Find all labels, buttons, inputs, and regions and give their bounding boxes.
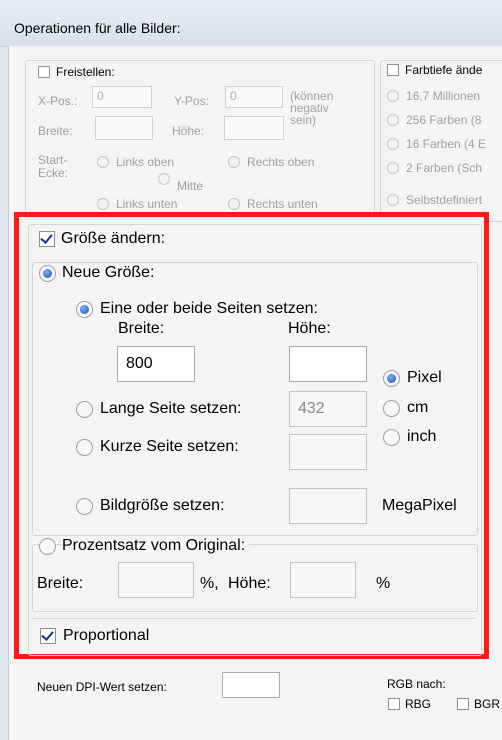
farbtiefe-label: Farbtiefe ände bbox=[405, 63, 483, 77]
groesse-aendern-label: Größe ändern: bbox=[61, 230, 166, 247]
ypos-label: Y-Pos: bbox=[174, 94, 209, 108]
radio-16[interactable] bbox=[387, 138, 399, 150]
radio-2[interactable] bbox=[387, 162, 399, 174]
kurze-seite-input[interactable] bbox=[289, 434, 367, 470]
radio-links-oben[interactable] bbox=[97, 156, 109, 168]
freistellen-checkbox[interactable] bbox=[38, 66, 50, 78]
bildgroesse-input[interactable] bbox=[289, 488, 367, 524]
radio-prozentsatz[interactable] bbox=[39, 538, 56, 555]
freistellen-hoehe-label: Höhe: bbox=[172, 124, 205, 138]
rbg-checkbox[interactable] bbox=[388, 698, 400, 710]
radio-256[interactable] bbox=[387, 114, 399, 126]
lange-seite-label: Lange Seite setzen: bbox=[100, 400, 242, 417]
lange-seite-input[interactable]: 432 bbox=[289, 391, 367, 427]
radio-inch[interactable] bbox=[383, 429, 400, 446]
farbtiefe-16m-label: 16,7 Millionen bbox=[406, 89, 481, 103]
farbtiefe-selbst-label: Selbstdefiniert bbox=[406, 193, 483, 207]
eine-oder-beide-label: Eine oder beide Seiten setzen: bbox=[100, 300, 318, 317]
dpi-input[interactable] bbox=[222, 672, 280, 698]
farbtiefe-256-label: 256 Farben (8 bbox=[406, 113, 482, 127]
links-unten-label: Links unten bbox=[116, 197, 178, 211]
farbtiefe-16-label: 16 Farben (4 E bbox=[406, 137, 487, 151]
hoehe-label: Höhe: bbox=[288, 320, 331, 337]
freistellen-label: Freistellen: bbox=[56, 65, 115, 79]
negative-note: (können negativ sein) bbox=[290, 89, 334, 127]
farbtiefe-2-label: 2 Farben (Sch bbox=[406, 161, 483, 175]
freistellen-group bbox=[25, 60, 375, 222]
groesse-aendern-checkbox[interactable] bbox=[39, 231, 55, 247]
pct-unit-breite: %, bbox=[200, 575, 219, 592]
radio-bildgroesse[interactable] bbox=[76, 498, 93, 515]
pct-breite-label: Breite: bbox=[37, 575, 84, 592]
radio-rechts-unten[interactable] bbox=[228, 198, 240, 210]
pct-hoehe-label: Höhe: bbox=[228, 575, 271, 592]
page-title: Operationen für alle Bilder: bbox=[14, 20, 181, 36]
pct-breite-input[interactable] bbox=[118, 562, 194, 598]
xpos-label: X-Pos.: bbox=[38, 94, 78, 108]
rechts-oben-label: Rechts oben bbox=[247, 155, 315, 169]
bgr-label: BGR bbox=[474, 697, 501, 711]
radio-rechts-oben[interactable] bbox=[228, 156, 240, 168]
cm-label: cm bbox=[407, 399, 429, 416]
proportional-label: Proportional bbox=[63, 627, 150, 644]
megapixel-label: MegaPixel bbox=[382, 497, 457, 514]
dpi-label: Neuen DPI-Wert setzen: bbox=[37, 680, 167, 694]
dialog: Operationen für alle Bilder: Freistellen… bbox=[0, 0, 502, 740]
breite-label: Breite: bbox=[118, 320, 165, 337]
farbtiefe-checkbox[interactable] bbox=[387, 64, 399, 76]
radio-neue-groesse[interactable] bbox=[39, 265, 56, 282]
inch-label: inch bbox=[407, 428, 437, 445]
title-bar: Operationen für alle Bilder: bbox=[0, 0, 502, 47]
radio-kurze-seite[interactable] bbox=[76, 439, 93, 456]
pct-unit-hoehe: % bbox=[376, 575, 391, 592]
radio-cm[interactable] bbox=[383, 400, 400, 417]
kurze-seite-label: Kurze Seite setzen: bbox=[100, 438, 239, 455]
radio-pixel[interactable] bbox=[383, 370, 400, 387]
bildgroesse-label: Bildgröße setzen: bbox=[100, 497, 225, 514]
radio-selbst[interactable] bbox=[387, 194, 399, 206]
neue-groesse-label: Neue Größe: bbox=[62, 264, 155, 281]
rbg-label: RBG bbox=[405, 697, 432, 711]
ypos-input[interactable]: 0 bbox=[225, 86, 283, 108]
prozentsatz-label: Prozentsatz vom Original: bbox=[62, 537, 250, 555]
hoehe-input[interactable] bbox=[289, 346, 367, 382]
mitte-label: Mitte bbox=[177, 179, 204, 193]
radio-16m[interactable] bbox=[387, 90, 399, 102]
rechts-unten-label: Rechts unten bbox=[247, 197, 318, 211]
proportional-checkbox[interactable] bbox=[40, 628, 56, 644]
radio-links-unten[interactable] bbox=[97, 198, 109, 210]
bgr-checkbox[interactable] bbox=[457, 698, 469, 710]
xpos-input[interactable]: 0 bbox=[92, 86, 152, 108]
radio-mitte[interactable] bbox=[158, 173, 170, 185]
freistellen-breite-input[interactable] bbox=[95, 116, 153, 140]
pct-hoehe-input[interactable] bbox=[290, 562, 356, 598]
separator bbox=[32, 618, 476, 619]
pixel-label: Pixel bbox=[407, 369, 442, 386]
rgb-label: RGB nach: bbox=[387, 677, 446, 691]
breite-input[interactable]: 800 bbox=[117, 346, 195, 382]
start-ecke-label: Start-Ecke: bbox=[38, 153, 69, 180]
links-oben-label: Links oben bbox=[116, 155, 175, 169]
freistellen-hoehe-input[interactable] bbox=[224, 116, 284, 140]
radio-eine-oder-beide[interactable] bbox=[76, 301, 93, 318]
radio-lange-seite[interactable] bbox=[76, 401, 93, 418]
freistellen-breite-label: Breite: bbox=[38, 124, 73, 138]
